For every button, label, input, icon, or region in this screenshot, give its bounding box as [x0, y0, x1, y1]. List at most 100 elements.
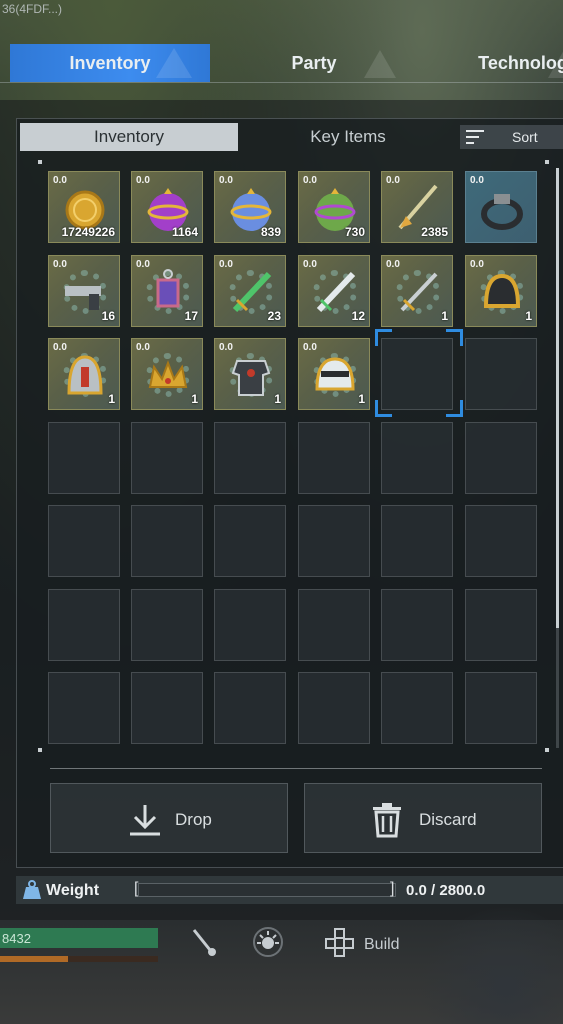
subtab-inventory[interactable]: Inventory — [20, 123, 238, 151]
frame-corner — [545, 748, 549, 752]
empty-slot[interactable] — [131, 422, 203, 494]
item-quantity: 17249226 — [61, 225, 115, 239]
tab-divider — [0, 82, 563, 83]
inventory-slot[interactable]: 0.0 2385 — [381, 171, 453, 243]
frame-corner — [38, 160, 42, 164]
item-weight: 0.0 — [470, 175, 484, 186]
empty-slot[interactable] — [48, 672, 120, 744]
knight-helmet-icon — [67, 355, 103, 395]
item-quantity: 1164 — [171, 225, 198, 239]
empty-slot[interactable] — [131, 589, 203, 661]
inventory-slot[interactable]: 0.0 1 — [298, 338, 370, 410]
item-quantity: 12 — [351, 309, 365, 323]
item-weight: 0.0 — [219, 259, 233, 270]
inventory-slot[interactable]: 0.0 1 — [465, 255, 537, 327]
empty-slot[interactable] — [214, 589, 286, 661]
drop-button[interactable]: Drop — [50, 783, 288, 853]
discard-button[interactable]: Discard — [304, 783, 542, 853]
empty-slot[interactable] — [131, 672, 203, 744]
inventory-slot[interactable]: 0.0 17249226 — [48, 171, 120, 243]
empty-slot[interactable] — [465, 589, 537, 661]
crown-icon — [148, 360, 188, 388]
inventory-slot[interactable]: 0.0 1 — [381, 255, 453, 327]
stamina-bar — [0, 956, 68, 962]
selection-cursor — [375, 329, 463, 417]
inventory-slot[interactable]: 0.0 730 — [298, 171, 370, 243]
empty-slot[interactable] — [131, 505, 203, 577]
sort-icon — [466, 130, 486, 144]
item-weight: 0.0 — [53, 175, 67, 186]
tab-inventory[interactable]: Inventory — [10, 44, 210, 82]
gold-helmet-icon — [483, 273, 521, 308]
tab-technology[interactable]: Technology — [418, 44, 563, 82]
item-quantity: 23 — [267, 309, 281, 323]
inventory-slot[interactable]: 0.0 1 — [131, 338, 203, 410]
hp-value: 8432 — [2, 931, 31, 946]
empty-slot[interactable] — [48, 505, 120, 577]
sub-tab-bar: Inventory Key Items Sort — [20, 123, 563, 151]
inventory-slot[interactable]: 0.0 17 — [131, 255, 203, 327]
inventory-slot[interactable]: 0.0 1 — [48, 338, 120, 410]
weight-icon — [23, 880, 41, 899]
inventory-slot[interactable]: 0.0 1164 — [131, 171, 203, 243]
sort-button[interactable]: Sort — [460, 125, 563, 149]
build-icon — [325, 928, 354, 957]
empty-slot[interactable] — [465, 338, 537, 410]
item-weight: 0.0 — [219, 342, 233, 353]
frame-corner — [545, 160, 549, 164]
empty-slot[interactable] — [381, 589, 453, 661]
download-icon — [130, 805, 160, 836]
inventory-slot[interactable]: 0.0 — [465, 171, 537, 243]
empty-slot[interactable] — [465, 672, 537, 744]
empty-slot[interactable] — [465, 422, 537, 494]
inventory-slot[interactable]: 0.0 12 — [298, 255, 370, 327]
item-quantity: 1 — [274, 392, 281, 406]
bracket-right: ] — [390, 880, 395, 897]
empty-slot[interactable] — [298, 422, 370, 494]
weight-value: 0.0 / 2800.0 — [406, 882, 486, 899]
empty-slot[interactable] — [48, 422, 120, 494]
top-tab-bar: Inventory Party Technology — [0, 40, 563, 84]
empty-slot[interactable] — [381, 505, 453, 577]
empty-slot[interactable] — [381, 422, 453, 494]
item-quantity: 2385 — [421, 225, 448, 239]
weight-bar: Weight [ ] 0.0 / 2800.0 — [16, 876, 563, 904]
player-character — [420, 905, 563, 1024]
item-quantity: 17 — [184, 309, 198, 323]
item-quantity: 1 — [191, 392, 198, 406]
inventory-slot[interactable]: 0.0 1 — [214, 338, 286, 410]
daylight-icon — [253, 927, 283, 957]
item-weight: 0.0 — [470, 259, 484, 270]
inventory-slot[interactable]: 0.0 23 — [214, 255, 286, 327]
item-weight: 0.0 — [53, 259, 67, 270]
item-weight: 0.0 — [303, 259, 317, 270]
item-quantity: 1 — [441, 309, 448, 323]
empty-slot[interactable] — [48, 589, 120, 661]
sword-icon — [400, 272, 438, 312]
empty-slot[interactable] — [298, 505, 370, 577]
empty-slot[interactable] — [214, 422, 286, 494]
ring-icon — [481, 194, 523, 230]
inventory-slot[interactable]: 0.0 16 — [48, 255, 120, 327]
empty-slot[interactable] — [298, 672, 370, 744]
drop-label: Drop — [175, 810, 212, 829]
empty-slot[interactable] — [381, 672, 453, 744]
hp-bar: 8432 — [0, 928, 158, 948]
scrollbar-thumb[interactable] — [556, 168, 559, 628]
empty-slot[interactable] — [465, 505, 537, 577]
empty-slot[interactable] — [298, 589, 370, 661]
item-weight: 0.0 — [136, 342, 150, 353]
build-label: Build — [364, 936, 400, 953]
subtab-key-items[interactable]: Key Items — [238, 123, 458, 151]
inventory-slot[interactable]: 0.0 839 — [214, 171, 286, 243]
empty-slot[interactable] — [214, 672, 286, 744]
item-weight: 0.0 — [303, 342, 317, 353]
item-weight: 0.0 — [136, 175, 150, 186]
item-quantity: 16 — [101, 309, 115, 323]
item-quantity: 1 — [525, 309, 532, 323]
tab-party[interactable]: Party — [214, 44, 414, 82]
item-weight: 0.0 — [303, 175, 317, 186]
item-quantity: 730 — [344, 225, 365, 239]
trash-icon — [373, 803, 401, 838]
empty-slot[interactable] — [214, 505, 286, 577]
